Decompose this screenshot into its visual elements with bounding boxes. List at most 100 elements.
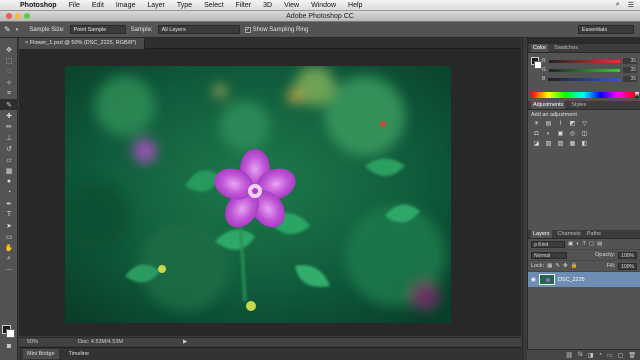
tab-layers[interactable]: Layers xyxy=(531,230,552,238)
menu-select[interactable]: Select xyxy=(198,2,229,9)
exposure-icon[interactable]: ◩ xyxy=(567,120,578,128)
menu-filter[interactable]: Filter xyxy=(230,2,258,9)
shape-tool-icon[interactable]: ▭ xyxy=(0,231,18,242)
menu-layer[interactable]: Layer xyxy=(141,2,171,9)
eyedropper-tool-icon[interactable]: ✎ xyxy=(0,99,18,110)
pen-tool-icon[interactable]: ✒ xyxy=(0,198,18,209)
healing-brush-tool-icon[interactable]: ✚ xyxy=(0,110,18,121)
lock-position-icon[interactable]: ✥ xyxy=(563,263,568,269)
background-color-swatch[interactable] xyxy=(6,329,15,338)
menu-help[interactable]: Help xyxy=(342,2,368,9)
hand-tool-icon[interactable]: ✋ xyxy=(0,242,18,253)
quick-mask-icon[interactable]: ◙ xyxy=(0,341,18,352)
document-photo[interactable] xyxy=(65,66,451,323)
red-slider[interactable]: R 35 xyxy=(542,58,637,64)
color-balance-icon[interactable]: ⚖ xyxy=(531,130,542,138)
blue-slider[interactable]: B 35 xyxy=(542,76,637,82)
green-value[interactable]: 35 xyxy=(623,67,637,73)
fill-field[interactable]: 100% xyxy=(618,262,637,270)
tab-color[interactable]: Color xyxy=(531,44,549,52)
blue-value[interactable]: 35 xyxy=(623,76,637,82)
layer-kind-filter[interactable]: ρ Kind xyxy=(531,240,565,248)
new-layer-icon[interactable]: ▢ xyxy=(618,352,624,359)
lasso-tool-icon[interactable]: ◌ xyxy=(0,66,18,77)
posterize-icon[interactable]: ▧ xyxy=(543,140,554,148)
extra-tools-icon[interactable]: ⋯ xyxy=(0,264,18,275)
tab-mini-bridge[interactable]: Mini Bridge xyxy=(23,349,59,359)
tab-adjustments[interactable]: Adjustments xyxy=(531,101,566,109)
grayscale-ramp[interactable] xyxy=(635,92,639,98)
menu-type[interactable]: Type xyxy=(171,2,198,9)
brightness-contrast-icon[interactable]: ☀ xyxy=(531,120,542,128)
opacity-field[interactable]: 100% xyxy=(618,251,637,259)
lock-image-icon[interactable]: ✎ xyxy=(555,263,560,269)
threshold-icon[interactable]: ▨ xyxy=(555,140,566,148)
sample-size-dropdown[interactable]: Point Sample xyxy=(69,25,126,34)
eyedropper-icon[interactable]: ✎ xyxy=(4,25,11,34)
sample-layers-dropdown[interactable]: All Layers xyxy=(157,25,240,34)
green-slider-track[interactable] xyxy=(548,68,620,72)
tab-paths[interactable]: Paths xyxy=(587,231,601,237)
blur-tool-icon[interactable]: ● xyxy=(0,176,18,187)
filter-shape-icon[interactable]: ▢ xyxy=(589,241,594,247)
levels-icon[interactable]: ▤ xyxy=(543,120,554,128)
new-adjustment-layer-icon[interactable]: ◔ xyxy=(598,352,602,358)
filter-smart-icon[interactable]: ▤ xyxy=(597,241,602,247)
quick-selection-tool-icon[interactable]: ✧ xyxy=(0,77,18,88)
red-slider-track[interactable] xyxy=(548,59,620,63)
clone-stamp-tool-icon[interactable]: ⊥ xyxy=(0,132,18,143)
channel-mixer-icon[interactable]: ◎ xyxy=(567,130,578,138)
workspace-dropdown[interactable]: Essentials xyxy=(578,25,634,34)
move-tool-icon[interactable]: ✥ xyxy=(0,44,18,55)
tab-timeline[interactable]: Timeline xyxy=(69,351,90,357)
lock-all-icon[interactable]: 🔒 xyxy=(571,263,578,269)
vibrance-icon[interactable]: ▽ xyxy=(579,120,590,128)
blend-mode-dropdown[interactable]: Normal xyxy=(531,251,567,259)
color-bg-swatch[interactable] xyxy=(534,61,542,69)
tab-channels[interactable]: Channels xyxy=(558,231,581,237)
close-document-icon[interactable]: × xyxy=(25,40,28,46)
curves-icon[interactable]: ⌇ xyxy=(555,120,566,128)
zoom-tool-icon[interactable]: ⌕ xyxy=(0,253,18,264)
menu-edit[interactable]: Edit xyxy=(86,2,110,9)
invert-icon[interactable]: ◪ xyxy=(531,140,542,148)
layer-row-dsc-2225[interactable]: ◉ DSC_2225 xyxy=(528,272,640,287)
spotlight-icon[interactable]: ⌕ xyxy=(616,1,620,9)
filter-pixel-icon[interactable]: ▣ xyxy=(568,241,573,247)
color-lookup-icon[interactable]: ◫ xyxy=(579,130,590,138)
gradient-tool-icon[interactable]: ▦ xyxy=(0,165,18,176)
notifications-icon[interactable]: ☰ xyxy=(628,1,634,9)
show-sampling-ring-checkbox[interactable]: ✓ xyxy=(244,26,251,33)
black-white-icon[interactable]: ◐ xyxy=(543,130,554,138)
tab-styles[interactable]: Styles xyxy=(571,102,586,108)
brush-tool-icon[interactable]: ✏ xyxy=(0,121,18,132)
filter-adjust-icon[interactable]: ◐ xyxy=(576,241,579,247)
marquee-tool-icon[interactable]: ⬚ xyxy=(0,55,18,66)
menu-window[interactable]: Window xyxy=(305,2,342,9)
document-tab[interactable]: × Flower_1.psd @ 50% (DSC_2225, RGB/8*) xyxy=(19,38,146,49)
selective-color-icon[interactable]: ◧ xyxy=(579,140,590,148)
photo-filter-icon[interactable]: ▣ xyxy=(555,130,566,138)
gradient-map-icon[interactable]: ▦ xyxy=(567,140,578,148)
zoom-level[interactable]: 50% xyxy=(27,339,38,345)
red-value[interactable]: 35 xyxy=(623,58,637,64)
layer-visibility-eye-icon[interactable]: ◉ xyxy=(531,277,536,283)
green-slider[interactable]: G 35 xyxy=(542,67,637,73)
menu-3d[interactable]: 3D xyxy=(257,2,278,9)
dodge-tool-icon[interactable]: ◔ xyxy=(0,187,18,198)
lock-transparent-icon[interactable]: ▦ xyxy=(547,263,552,269)
add-mask-icon[interactable]: ◨ xyxy=(588,352,594,359)
canvas-area[interactable] xyxy=(19,49,521,336)
tab-swatches[interactable]: Swatches xyxy=(554,45,578,51)
delete-layer-icon[interactable]: 🗑 xyxy=(628,352,636,359)
history-brush-tool-icon[interactable]: ↺ xyxy=(0,143,18,154)
menu-app-name[interactable]: Photoshop xyxy=(18,2,63,9)
path-selection-tool-icon[interactable]: ➤ xyxy=(0,220,18,231)
eraser-tool-icon[interactable]: ▱ xyxy=(0,154,18,165)
tool-preset-arrow-icon[interactable]: ▾ xyxy=(16,27,19,33)
blue-slider-track[interactable] xyxy=(548,77,620,81)
menu-file[interactable]: File xyxy=(63,2,86,9)
status-menu-arrow-icon[interactable]: ▶ xyxy=(183,339,187,345)
type-tool-icon[interactable]: T xyxy=(0,209,18,220)
layer-name[interactable]: DSC_2225 xyxy=(558,277,585,283)
